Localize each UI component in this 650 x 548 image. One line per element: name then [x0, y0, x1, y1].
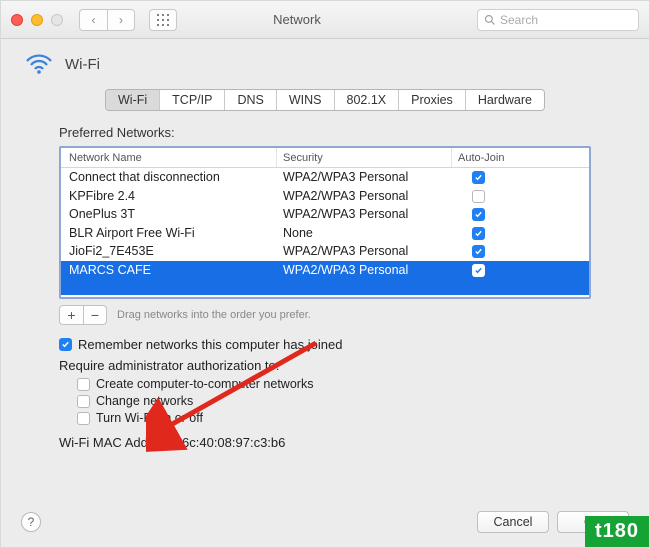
- change-networks-option[interactable]: Change networks: [77, 394, 591, 408]
- close-window-button[interactable]: [11, 14, 23, 26]
- toggle-wifi-option[interactable]: Turn Wi-Fi on or off: [77, 411, 591, 425]
- create-label: Create computer-to-computer networks: [96, 377, 313, 391]
- create-networks-option[interactable]: Create computer-to-computer networks: [77, 377, 591, 391]
- preferred-networks-table[interactable]: Network Name Security Auto-Join Connect …: [59, 146, 591, 299]
- network-security: WPA2/WPA3 Personal: [277, 263, 452, 277]
- network-row-empty: [61, 279, 589, 295]
- tab-proxies[interactable]: Proxies: [399, 90, 466, 110]
- remember-label: Remember networks this computer has join…: [78, 337, 342, 352]
- require-admin-label: Require administrator authorization to:: [59, 358, 591, 373]
- network-row[interactable]: BLR Airport Free Wi-FiNone: [61, 224, 589, 243]
- autojoin-checkbox[interactable]: [472, 190, 485, 203]
- autojoin-checkbox[interactable]: [472, 208, 485, 221]
- wifi-icon: [25, 53, 53, 75]
- remove-network-button[interactable]: −: [83, 305, 107, 325]
- mac-address-row: Wi-Fi MAC Address: 6c:40:08:97:c3:b6: [59, 435, 591, 450]
- autojoin-cell: [452, 207, 589, 221]
- autojoin-cell: [452, 244, 589, 258]
- table-controls-row: + − Drag networks into the order you pre…: [59, 305, 591, 325]
- tab-bar: Wi-FiTCP/IPDNSWINS802.1XProxiesHardware: [1, 89, 649, 111]
- tab-8021x[interactable]: 802.1X: [335, 90, 400, 110]
- autojoin-checkbox[interactable]: [472, 264, 485, 277]
- wifi-tab-content: Preferred Networks: Network Name Securit…: [1, 115, 649, 450]
- chevron-left-icon: ‹: [92, 13, 96, 27]
- options-section: Remember networks this computer has join…: [59, 337, 591, 425]
- change-checkbox[interactable]: [77, 395, 90, 408]
- search-field[interactable]: Search: [477, 9, 639, 31]
- plus-icon: +: [67, 307, 75, 323]
- network-name: JioFi2_7E453E: [61, 244, 277, 258]
- network-row[interactable]: JioFi2_7E453EWPA2/WPA3 Personal: [61, 242, 589, 261]
- network-name: Connect that disconnection: [61, 170, 277, 184]
- column-header-autojoin[interactable]: Auto-Join: [452, 152, 589, 164]
- help-icon: ?: [28, 515, 35, 529]
- network-security: WPA2/WPA3 Personal: [277, 189, 452, 203]
- titlebar: ‹ › Network Search: [1, 1, 649, 39]
- network-preferences-window: ‹ › Network Search Wi-Fi Wi-FiTCP/IPDNSW…: [0, 0, 650, 548]
- network-security: None: [277, 226, 452, 240]
- remember-networks-option[interactable]: Remember networks this computer has join…: [59, 337, 591, 352]
- watermark: t180: [585, 516, 649, 547]
- autojoin-cell: [452, 170, 589, 184]
- mac-label: Wi-Fi MAC Address:: [59, 435, 176, 450]
- network-name: OnePlus 3T: [61, 207, 277, 221]
- window-title: Network: [125, 12, 469, 27]
- network-row[interactable]: MARCS CAFEWPA2/WPA3 Personal: [61, 261, 589, 280]
- search-icon: [484, 14, 496, 26]
- zoom-window-button[interactable]: [51, 14, 63, 26]
- network-security: WPA2/WPA3 Personal: [277, 170, 452, 184]
- table-header-row: Network Name Security Auto-Join: [61, 148, 589, 168]
- cancel-button[interactable]: Cancel: [477, 511, 549, 533]
- mac-value: 6c:40:08:97:c3:b6: [182, 435, 285, 450]
- network-name: KPFibre 2.4: [61, 189, 277, 203]
- toggle-label: Turn Wi-Fi on or off: [96, 411, 203, 425]
- network-name: BLR Airport Free Wi-Fi: [61, 226, 277, 240]
- network-row[interactable]: OnePlus 3TWPA2/WPA3 Personal: [61, 205, 589, 224]
- page-title: Wi-Fi: [65, 56, 100, 73]
- column-header-name[interactable]: Network Name: [61, 148, 277, 167]
- search-placeholder: Search: [500, 13, 538, 27]
- autojoin-checkbox[interactable]: [472, 171, 485, 184]
- add-network-button[interactable]: +: [59, 305, 83, 325]
- dialog-footer: ? Cancel OK: [1, 511, 649, 533]
- autojoin-checkbox[interactable]: [472, 245, 485, 258]
- change-label: Change networks: [96, 394, 193, 408]
- autojoin-cell: [452, 189, 589, 203]
- back-button[interactable]: ‹: [79, 9, 107, 31]
- tab-dns[interactable]: DNS: [225, 90, 276, 110]
- autojoin-checkbox[interactable]: [472, 227, 485, 240]
- column-header-security[interactable]: Security: [277, 148, 452, 167]
- drag-hint: Drag networks into the order you prefer.: [117, 309, 311, 321]
- page-header: Wi-Fi: [1, 39, 649, 83]
- tab-wins[interactable]: WINS: [277, 90, 335, 110]
- tab-tcpip[interactable]: TCP/IP: [160, 90, 225, 110]
- minimize-window-button[interactable]: [31, 14, 43, 26]
- chevron-right-icon: ›: [119, 13, 123, 27]
- preferred-networks-label: Preferred Networks:: [59, 125, 591, 140]
- network-security: WPA2/WPA3 Personal: [277, 244, 452, 258]
- window-controls: [11, 14, 63, 26]
- create-checkbox[interactable]: [77, 378, 90, 391]
- network-row[interactable]: Connect that disconnectionWPA2/WPA3 Pers…: [61, 168, 589, 187]
- toggle-checkbox[interactable]: [77, 412, 90, 425]
- network-row[interactable]: KPFibre 2.4WPA2/WPA3 Personal: [61, 187, 589, 206]
- tab-wifi[interactable]: Wi-Fi: [106, 90, 160, 110]
- minus-icon: −: [91, 307, 99, 323]
- tab-hardware[interactable]: Hardware: [466, 90, 544, 110]
- network-name: MARCS CAFE: [61, 263, 277, 277]
- remember-checkbox[interactable]: [59, 338, 72, 351]
- help-button[interactable]: ?: [21, 512, 41, 532]
- autojoin-cell: [452, 226, 589, 240]
- autojoin-cell: [452, 263, 589, 277]
- network-security: WPA2/WPA3 Personal: [277, 207, 452, 221]
